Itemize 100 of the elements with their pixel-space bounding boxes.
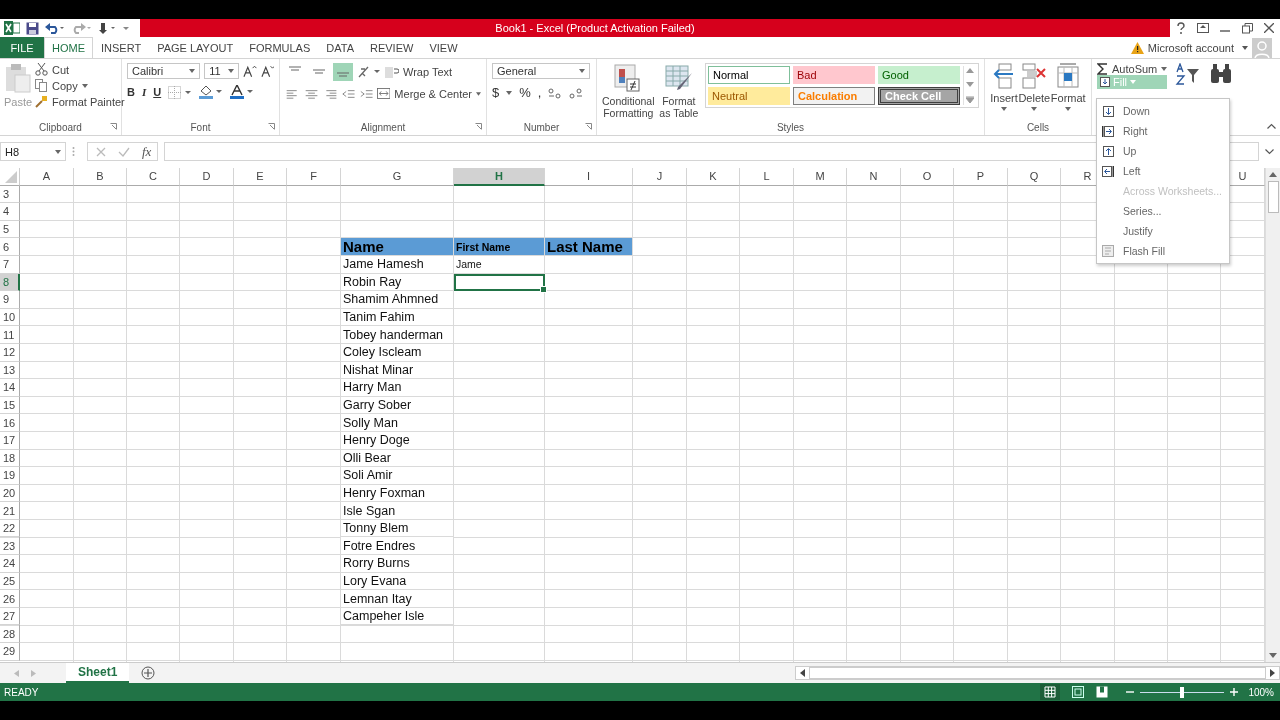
cell-style-option[interactable]: Good: [878, 66, 960, 84]
column-header[interactable]: J: [633, 168, 687, 186]
row-header[interactable]: 29: [0, 643, 20, 661]
zoom-out-icon[interactable]: [1126, 688, 1135, 696]
file-tab[interactable]: FILE: [0, 37, 44, 58]
column-header[interactable]: O: [901, 168, 954, 186]
caret-icon[interactable]: [506, 90, 513, 95]
horizontal-align-icon[interactable]: [304, 87, 320, 100]
row-header[interactable]: 5: [0, 220, 20, 239]
row-header[interactable]: 19: [0, 467, 20, 485]
dialog-launcher-icon[interactable]: [268, 123, 275, 130]
row-header[interactable]: 17: [0, 431, 20, 450]
wrap-text-button[interactable]: Wrap Text: [403, 66, 453, 78]
menu-item[interactable]: Right: [1097, 121, 1229, 141]
column-header[interactable]: B: [74, 168, 127, 186]
percent-button[interactable]: %: [519, 85, 531, 100]
column-header[interactable]: I: [545, 168, 633, 186]
column-header[interactable]: D: [180, 168, 234, 186]
column-header[interactable]: F: [287, 168, 341, 186]
shrink-font-icon[interactable]: [260, 64, 274, 78]
row-header[interactable]: 9: [0, 291, 20, 309]
row-header[interactable]: 13: [0, 361, 20, 380]
menu-item[interactable]: Flash Fill: [1097, 241, 1229, 261]
collapse-ribbon-icon[interactable]: [1267, 123, 1276, 129]
scroll-up-icon[interactable]: [966, 68, 974, 73]
clipboard-icon[interactable]: [5, 63, 31, 93]
row-header[interactable]: 21: [0, 502, 20, 520]
autosum-button[interactable]: AutoSum: [1112, 63, 1158, 75]
scroll-down-icon[interactable]: [966, 82, 974, 87]
row-header[interactable]: 18: [0, 449, 20, 468]
row-header[interactable]: 12: [0, 343, 20, 362]
underline-button[interactable]: U: [153, 86, 162, 98]
row-header[interactable]: 16: [0, 414, 20, 432]
customize-icon[interactable]: [123, 25, 129, 31]
menu-item[interactable]: Justify: [1097, 221, 1229, 241]
cut-button[interactable]: Cut: [52, 63, 70, 76]
more-icon[interactable]: [966, 96, 974, 103]
fill-color-icon[interactable]: [199, 85, 224, 99]
page-layout-view-icon[interactable]: [1072, 686, 1085, 698]
scrollbar-thumb[interactable]: [809, 667, 1266, 679]
column-header[interactable]: E: [234, 168, 287, 186]
row-header[interactable]: 3: [0, 185, 20, 204]
caret-icon[interactable]: [1242, 45, 1248, 50]
dialog-launcher-icon[interactable]: [475, 123, 482, 130]
row-header[interactable]: 20: [0, 484, 20, 503]
ribbon-tab[interactable]: INSERT: [93, 37, 150, 58]
help-icon[interactable]: [1175, 22, 1186, 34]
column-header[interactable]: Q: [1008, 168, 1061, 186]
menu-item[interactable]: Down: [1097, 101, 1229, 121]
row-header[interactable]: 22: [0, 519, 20, 538]
cell-style-option[interactable]: Normal: [708, 66, 790, 84]
grow-font-icon[interactable]: [243, 64, 257, 78]
delete-button[interactable]: Delete: [1018, 92, 1051, 104]
caret-icon[interactable]: [1065, 107, 1072, 111]
insert-button[interactable]: Insert: [990, 92, 1018, 104]
font-size-dropdown[interactable]: 11: [204, 63, 240, 79]
row-header[interactable]: 14: [0, 379, 20, 397]
scroll-down-icon[interactable]: [1269, 653, 1277, 658]
horizontal-align-icon[interactable]: [323, 87, 339, 100]
row-header[interactable]: 6: [0, 238, 20, 256]
caret-icon[interactable]: [1161, 67, 1168, 71]
scrollbar-thumb[interactable]: [1267, 181, 1279, 213]
row-header[interactable]: 4: [0, 203, 20, 221]
increase-decimal-icon[interactable]: [548, 86, 563, 99]
row-header[interactable]: 27: [0, 607, 20, 626]
bold-button[interactable]: B: [127, 86, 135, 98]
scroll-right-icon[interactable]: [1270, 669, 1275, 677]
row-header[interactable]: 23: [0, 537, 20, 556]
ribbon-tab[interactable]: DATA: [318, 37, 362, 58]
decrease-decimal-icon[interactable]: [569, 86, 584, 99]
sheet-tab[interactable]: Sheet1: [66, 663, 130, 683]
scroll-up-icon[interactable]: [1269, 172, 1277, 177]
column-header[interactable]: C: [127, 168, 180, 186]
ribbon-tab[interactable]: HOME: [44, 37, 93, 58]
save-icon[interactable]: [26, 21, 39, 35]
expand-icon[interactable]: [1265, 148, 1274, 155]
italic-button[interactable]: I: [141, 86, 147, 98]
row-header[interactable]: 24: [0, 555, 20, 573]
decrease-indent-icon[interactable]: [342, 87, 356, 100]
dialog-launcher-icon[interactable]: [110, 123, 117, 130]
format-button[interactable]: Format: [1050, 92, 1086, 104]
row-header[interactable]: 28: [0, 625, 20, 644]
insert-function-button[interactable]: fx: [142, 143, 152, 160]
zoom-level[interactable]: 100%: [1248, 686, 1274, 698]
undo-icon[interactable]: [45, 22, 65, 34]
column-header[interactable]: N: [847, 168, 901, 186]
zoom-in-icon[interactable]: [1230, 688, 1239, 696]
account-menu[interactable]: Microsoft account: [1147, 41, 1234, 54]
font-color-icon[interactable]: [230, 85, 255, 99]
currency-button[interactable]: $: [492, 85, 500, 100]
column-header[interactable]: L: [740, 168, 794, 186]
row-header[interactable]: 26: [0, 590, 20, 608]
row-header[interactable]: 25: [0, 572, 20, 591]
ribbon-tab[interactable]: FORMULAS: [241, 37, 319, 58]
font-name-dropdown[interactable]: Calibri: [127, 63, 201, 79]
merge-center-button[interactable]: Merge & Center: [394, 87, 472, 100]
orientation-icon[interactable]: [357, 65, 381, 79]
row-header[interactable]: 15: [0, 396, 20, 415]
format-painter-button[interactable]: Format Painter: [52, 95, 125, 108]
sort-filter-icon[interactable]: [1175, 63, 1202, 87]
